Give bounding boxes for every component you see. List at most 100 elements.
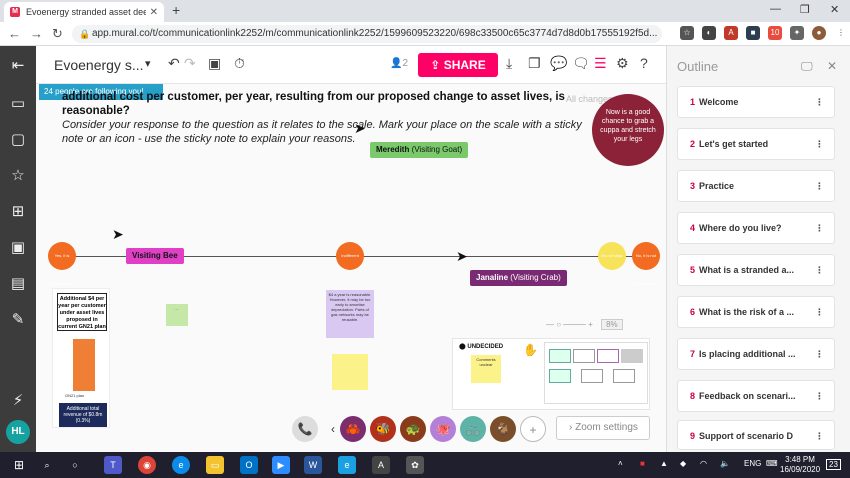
help-icon[interactable]: ?	[640, 55, 648, 71]
keyboard-icon[interactable]: ⌨	[766, 459, 778, 468]
sticky-note-yellow[interactable]	[332, 354, 368, 390]
outline-item[interactable]: 2 Let's get started ⋮	[677, 128, 835, 160]
sticky-note-yellow-small[interactable]: Comments unclear	[471, 355, 501, 383]
share-button[interactable]: ⇪ SHARE	[418, 53, 498, 77]
back-icon[interactable]: ←	[8, 26, 21, 41]
goat-avatar-icon[interactable]: 🐐	[490, 416, 516, 442]
redo-icon[interactable]: ↷	[184, 55, 196, 72]
outlook-icon[interactable]: O	[240, 456, 258, 474]
chrome-icon[interactable]: ◉	[138, 456, 156, 474]
scale-right-dot[interactable]: No, it is not reasonable	[632, 242, 660, 286]
search-icon[interactable]: ⌕	[38, 456, 56, 474]
outline-icon[interactable]: ☰	[594, 55, 607, 72]
crab-avatar-icon[interactable]: 🦀	[340, 416, 366, 442]
image-icon[interactable]: ▣	[8, 238, 28, 258]
edge-icon[interactable]: e	[172, 456, 190, 474]
settings-icon[interactable]: ⚙	[616, 55, 629, 72]
zoom-settings-button[interactable]: › Zoom settings	[556, 416, 650, 440]
octopus-avatar-icon[interactable]: 🐙	[430, 416, 456, 442]
lightning-icon[interactable]: ⚡	[8, 391, 28, 411]
sticky-note-purple[interactable]: $4 a year is reasonable. However, it may…	[326, 290, 374, 338]
close-icon[interactable]: ✕	[827, 59, 837, 73]
undo-icon[interactable]: ↶	[168, 55, 180, 72]
zoom-app-icon[interactable]: ▶	[272, 456, 290, 474]
outline-item[interactable]: 4 Where do you live? ⋮	[677, 212, 835, 244]
more-icon[interactable]: ⋮	[815, 339, 824, 369]
outline-item[interactable]: 7 Is placing additional ... ⋮	[677, 338, 835, 370]
scale-mid-dot[interactable]: Indifferent	[336, 242, 364, 270]
activity-icon[interactable]: ❐	[528, 55, 541, 72]
new-tab-icon[interactable]: +	[172, 2, 180, 18]
exit-icon[interactable]: ⇤	[8, 56, 28, 76]
url-input[interactable]: 🔒 app.mural.co/t/communicationlink2252/m…	[72, 25, 662, 43]
add-participant-icon[interactable]: +	[520, 416, 546, 442]
more-icon[interactable]: ⋮	[815, 381, 824, 411]
language-indicator[interactable]: ENG	[744, 459, 761, 468]
bee-avatar-icon[interactable]: 🐝	[370, 416, 396, 442]
outline-item[interactable]: 1 Welcome ⋮	[677, 86, 835, 118]
chat-icon[interactable]: 🗨	[572, 55, 590, 72]
task-view-icon[interactable]: ○	[66, 456, 84, 474]
hand-icon[interactable]: ✋	[523, 343, 538, 357]
outline-item[interactable]: 6 What is the risk of a ... ⋮	[677, 296, 835, 328]
zoom-control[interactable]: — ○ ──── + 8%	[546, 319, 652, 336]
forward-icon[interactable]: →	[30, 26, 43, 41]
pdf-extension-icon[interactable]: A	[724, 26, 738, 40]
puzzle-icon[interactable]: ✦	[790, 26, 804, 40]
windows-start-icon[interactable]: ⊞	[10, 456, 28, 474]
mural-title[interactable]: Evoenergy s...	[54, 57, 144, 73]
outline-mode-icon[interactable]: ▣	[208, 55, 221, 72]
word-icon[interactable]: W	[304, 456, 322, 474]
profile-avatar[interactable]: ●	[812, 26, 826, 40]
close-tab-icon[interactable]: ✕	[150, 7, 158, 18]
outline-item[interactable]: 9 Support of scenario D ⋮	[677, 420, 835, 450]
timer-icon[interactable]: ⏱	[234, 55, 245, 72]
minimap[interactable]	[544, 342, 648, 404]
more-icon[interactable]: ⋮	[815, 297, 824, 327]
close-window-icon[interactable]: ✕	[830, 3, 839, 16]
phone-icon[interactable]: 📞	[292, 416, 318, 442]
present-icon[interactable]: 🖵	[801, 59, 813, 74]
gn21-graphic[interactable]: Additional $4 per year per customer unde…	[52, 288, 110, 428]
extension-icon[interactable]: ■	[746, 26, 760, 40]
menu-icon[interactable]: ⋮	[834, 26, 848, 40]
export-icon[interactable]: ⤓	[506, 55, 512, 72]
chevron-down-icon[interactable]: ▾	[145, 57, 151, 70]
restore-icon[interactable]: ❐	[800, 3, 810, 16]
user-avatar[interactable]: HL	[6, 420, 30, 444]
tray-app-icon[interactable]: ◆	[680, 459, 686, 468]
volume-icon[interactable]: 🔈	[720, 459, 730, 468]
frameworks-icon[interactable]: ⊞	[8, 202, 28, 222]
file-icon[interactable]: ▤	[8, 274, 28, 294]
ie-icon[interactable]: e	[338, 456, 356, 474]
more-icon[interactable]: ⋮	[815, 421, 824, 449]
tray-app-icon[interactable]: ▲	[660, 459, 668, 468]
app-icon[interactable]: ✿	[406, 456, 424, 474]
tray-app-icon[interactable]: ■	[640, 459, 645, 468]
zoom-out-icon[interactable]: —	[546, 320, 554, 329]
sticky-note-icon[interactable]: ▭	[8, 94, 28, 114]
text-icon[interactable]: ▢	[8, 130, 28, 150]
outline-item[interactable]: 3 Practice ⋮	[677, 170, 835, 202]
minimize-icon[interactable]: —	[770, 3, 781, 15]
more-icon[interactable]: ⋮	[815, 255, 824, 285]
reload-icon[interactable]: ↻	[52, 26, 63, 42]
bike-avatar-icon[interactable]: 🚲	[460, 416, 486, 442]
scale-yellow-dot[interactable]: It's not clear	[598, 242, 626, 270]
more-icon[interactable]: ⋮	[815, 171, 824, 201]
outline-item[interactable]: 8 Feedback on scenari... ⋮	[677, 380, 835, 412]
browser-tab[interactable]: M Evoenergy stranded asset deep d ✕	[4, 2, 164, 22]
comments-icon[interactable]: 💬	[550, 55, 567, 72]
pen-icon[interactable]: ✎	[8, 310, 28, 330]
file-explorer-icon[interactable]: ▭	[206, 456, 224, 474]
chevron-up-icon[interactable]: ˄	[618, 459, 623, 468]
extension-badge-icon[interactable]: 10	[768, 26, 782, 40]
wifi-icon[interactable]: ◠	[700, 459, 707, 468]
zoom-in-icon[interactable]: +	[588, 320, 593, 329]
clock[interactable]: 3:48 PM 16/09/2020	[780, 455, 820, 475]
more-icon[interactable]: ⋮	[815, 213, 824, 243]
scale-left-dot[interactable]: Yes, it is reasonable	[48, 242, 76, 286]
extension-icon[interactable]: ◐	[702, 26, 716, 40]
notification-badge[interactable]: 23	[826, 459, 841, 470]
star-icon[interactable]: ☆	[8, 166, 28, 186]
